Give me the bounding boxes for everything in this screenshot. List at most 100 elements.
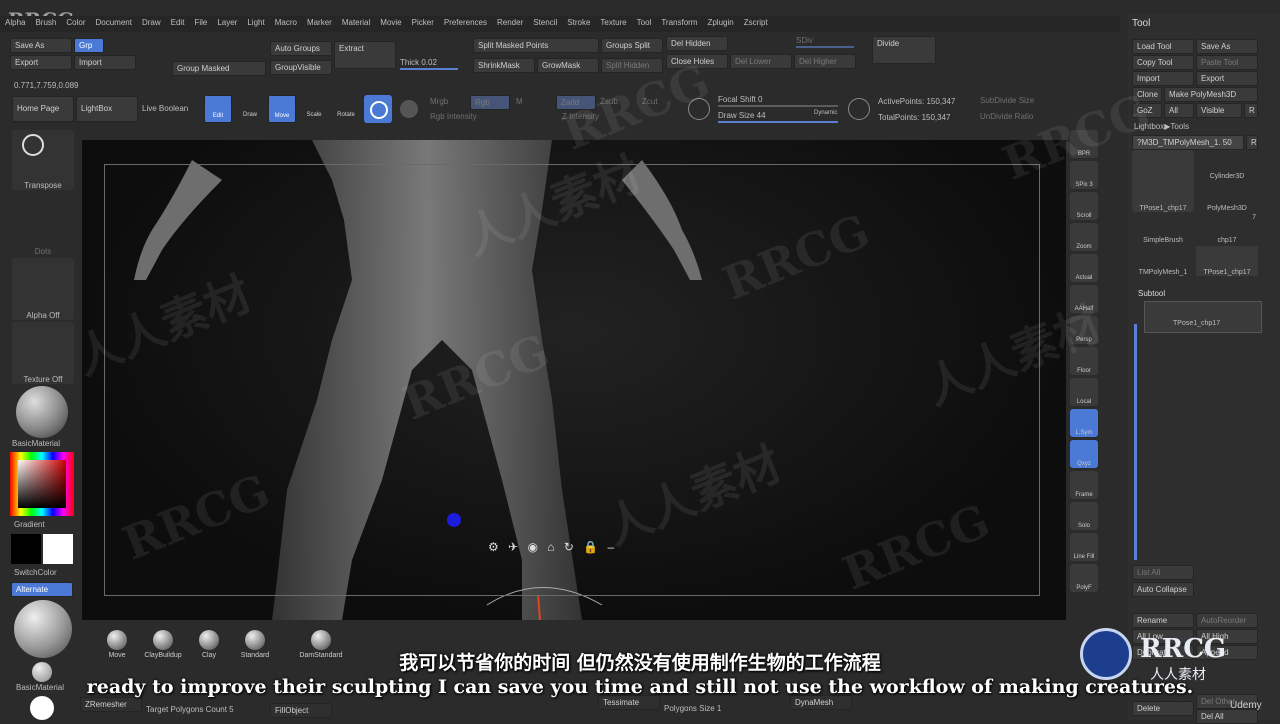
- goz-all-button[interactable]: All: [1164, 103, 1194, 118]
- menu-item[interactable]: Preferences: [439, 16, 492, 32]
- target-polygons-slider[interactable]: Target Polygons Count 5: [146, 705, 234, 714]
- scale-mode-button[interactable]: Scale: [300, 95, 328, 123]
- menu-item[interactable]: File: [189, 16, 212, 32]
- view-shelf-button[interactable]: Qxyz: [1070, 440, 1098, 468]
- menu-item[interactable]: Edit: [166, 16, 190, 32]
- menu-item[interactable]: Zplugin: [702, 16, 738, 32]
- goz-r-button[interactable]: R: [1244, 103, 1258, 118]
- current-tool-slider[interactable]: ?M3D_TMPolyMesh_1. 50: [1132, 135, 1244, 150]
- main-color-swatch[interactable]: [43, 534, 73, 564]
- stroke-dots-button[interactable]: Dots: [12, 194, 74, 256]
- transpose-button[interactable]: Transpose: [12, 130, 74, 190]
- focal-shift-slider[interactable]: Focal Shift 0: [718, 95, 762, 104]
- polygons-size-slider[interactable]: Polygons Size 1: [664, 704, 721, 713]
- tool-thumb-tpose[interactable]: TPose1_chp17: [1132, 150, 1194, 212]
- tool-thumb-chp17[interactable]: chp17 7: [1196, 214, 1258, 244]
- alternate-button[interactable]: Alternate: [11, 582, 73, 597]
- current-tool-r-button[interactable]: R: [1246, 135, 1258, 150]
- tool-thumb-cylinder[interactable]: Cylinder3D: [1196, 150, 1258, 180]
- tool-export-button[interactable]: Export: [1196, 71, 1258, 86]
- live-boolean-button[interactable]: Live Boolean: [142, 104, 188, 113]
- goz-visible-button[interactable]: Visible: [1196, 103, 1242, 118]
- extract-button[interactable]: Extract: [334, 41, 396, 69]
- secondary-color-swatch[interactable]: [11, 534, 41, 564]
- home-page-button[interactable]: Home Page: [12, 96, 74, 122]
- view-shelf-button[interactable]: Zoom: [1070, 223, 1098, 251]
- menu-item[interactable]: Stencil: [528, 16, 562, 32]
- color-square[interactable]: [18, 460, 66, 508]
- rgb-button[interactable]: Rgb: [470, 95, 510, 110]
- subtool-scrollbar[interactable]: [1134, 324, 1137, 560]
- menu-item[interactable]: Stroke: [562, 16, 595, 32]
- alpha-button[interactable]: Alpha Off: [12, 258, 74, 320]
- paste-tool-button[interactable]: Paste Tool: [1196, 55, 1258, 70]
- sdiv-slider-bar[interactable]: [796, 46, 854, 48]
- menu-item[interactable]: Alpha: [0, 16, 30, 32]
- tool-save-as-button[interactable]: Save As: [1196, 39, 1258, 54]
- subtool-item[interactable]: TPose1_chp17: [1144, 301, 1262, 333]
- focal-shift-bar[interactable]: [718, 105, 838, 107]
- view-shelf-button[interactable]: Scroll: [1070, 192, 1098, 220]
- view-shelf-button[interactable]: Solo: [1070, 502, 1098, 530]
- fill-object-button[interactable]: FillObject: [270, 703, 332, 718]
- list-all-button[interactable]: List All: [1132, 565, 1194, 580]
- tool-import-button[interactable]: Import: [1132, 71, 1194, 86]
- gizmo-controls[interactable]: ⚙ ✈ ◉ ⌂ ↻ 🔒 –: [488, 540, 617, 554]
- group-visible-button[interactable]: GroupVisible: [270, 60, 332, 75]
- del-all-button[interactable]: Del All: [1196, 709, 1258, 724]
- move-mode-button[interactable]: Move: [268, 95, 296, 123]
- view-shelf-button[interactable]: PolyF: [1070, 564, 1098, 592]
- subdivide-size-slider[interactable]: SubDivide Size: [980, 96, 1034, 105]
- del-higher-button[interactable]: Del Higher: [794, 54, 856, 69]
- view-shelf-button[interactable]: Frame: [1070, 471, 1098, 499]
- export-button[interactable]: Export: [10, 55, 72, 70]
- draw-size-slider[interactable]: Draw Size 44: [718, 111, 766, 120]
- mrgb-button[interactable]: Mrgb: [430, 97, 448, 106]
- load-tool-button[interactable]: Load Tool: [1132, 39, 1194, 54]
- lightbox-button[interactable]: LightBox: [76, 96, 138, 122]
- auto-collapse-button[interactable]: Auto Collapse: [1132, 582, 1194, 597]
- menu-item[interactable]: Tool: [632, 16, 657, 32]
- gradient-toggle[interactable]: Gradient: [14, 520, 45, 529]
- switch-color-button[interactable]: SwitchColor: [14, 568, 57, 577]
- flat-color-swatch[interactable]: [30, 696, 54, 720]
- tool-thumb-simplebrush[interactable]: SimpleBrush: [1132, 214, 1194, 244]
- zremesher-button[interactable]: ZRemesher: [80, 697, 142, 712]
- tool-thumb-polymesh[interactable]: PolyMesh3D: [1196, 182, 1258, 212]
- make-polymesh-button[interactable]: Make PolyMesh3D: [1164, 87, 1258, 102]
- menu-item[interactable]: Brush: [30, 16, 61, 32]
- view-shelf-button[interactable]: Line Fill: [1070, 533, 1098, 561]
- groups-split-button[interactable]: Groups Split: [601, 38, 663, 53]
- view-shelf-button[interactable]: Actual: [1070, 254, 1098, 282]
- grp-toggle[interactable]: Grp: [74, 38, 104, 53]
- menu-item[interactable]: Picker: [407, 16, 439, 32]
- menu-item[interactable]: Marker: [302, 16, 337, 32]
- menu-item[interactable]: Draw: [137, 16, 166, 32]
- view-shelf-button[interactable]: L.Sym: [1070, 409, 1098, 437]
- tool-thumb-tmpolymesh[interactable]: TMPolyMesh_1: [1132, 246, 1194, 276]
- thick-slider[interactable]: [400, 68, 458, 70]
- rename-button[interactable]: Rename: [1132, 613, 1194, 628]
- view-shelf-button[interactable]: Local: [1070, 378, 1098, 406]
- del-hidden-button[interactable]: Del Hidden: [666, 36, 728, 51]
- sdiv-slider[interactable]: SDiv: [796, 36, 813, 45]
- tool-thumb-tpose-2[interactable]: TPose1_chp17: [1196, 246, 1258, 276]
- menu-item[interactable]: Render: [492, 16, 528, 32]
- thick-slider-label[interactable]: Thick 0.02: [400, 58, 437, 67]
- edit-mode-button[interactable]: Edit: [204, 95, 232, 123]
- del-lower-button[interactable]: Del Lower: [730, 54, 792, 69]
- material-button[interactable]: BasicMaterial: [12, 386, 74, 448]
- save-as-button[interactable]: Save As: [10, 38, 72, 53]
- draw-mode-button[interactable]: Draw: [236, 95, 264, 123]
- dynamic-toggle[interactable]: Dynamic: [814, 110, 837, 116]
- texture-button[interactable]: Texture Off: [12, 322, 74, 384]
- menu-item[interactable]: Document: [91, 16, 137, 32]
- menu-item[interactable]: Macro: [270, 16, 302, 32]
- menu-item[interactable]: Movie: [375, 16, 406, 32]
- split-masked-points-button[interactable]: Split Masked Points: [473, 38, 599, 53]
- menu-item[interactable]: Material: [337, 16, 375, 32]
- menu-item[interactable]: Layer: [212, 16, 242, 32]
- divide-button[interactable]: Divide: [872, 36, 936, 64]
- m-button[interactable]: M: [516, 97, 523, 106]
- color-picker[interactable]: [10, 452, 74, 516]
